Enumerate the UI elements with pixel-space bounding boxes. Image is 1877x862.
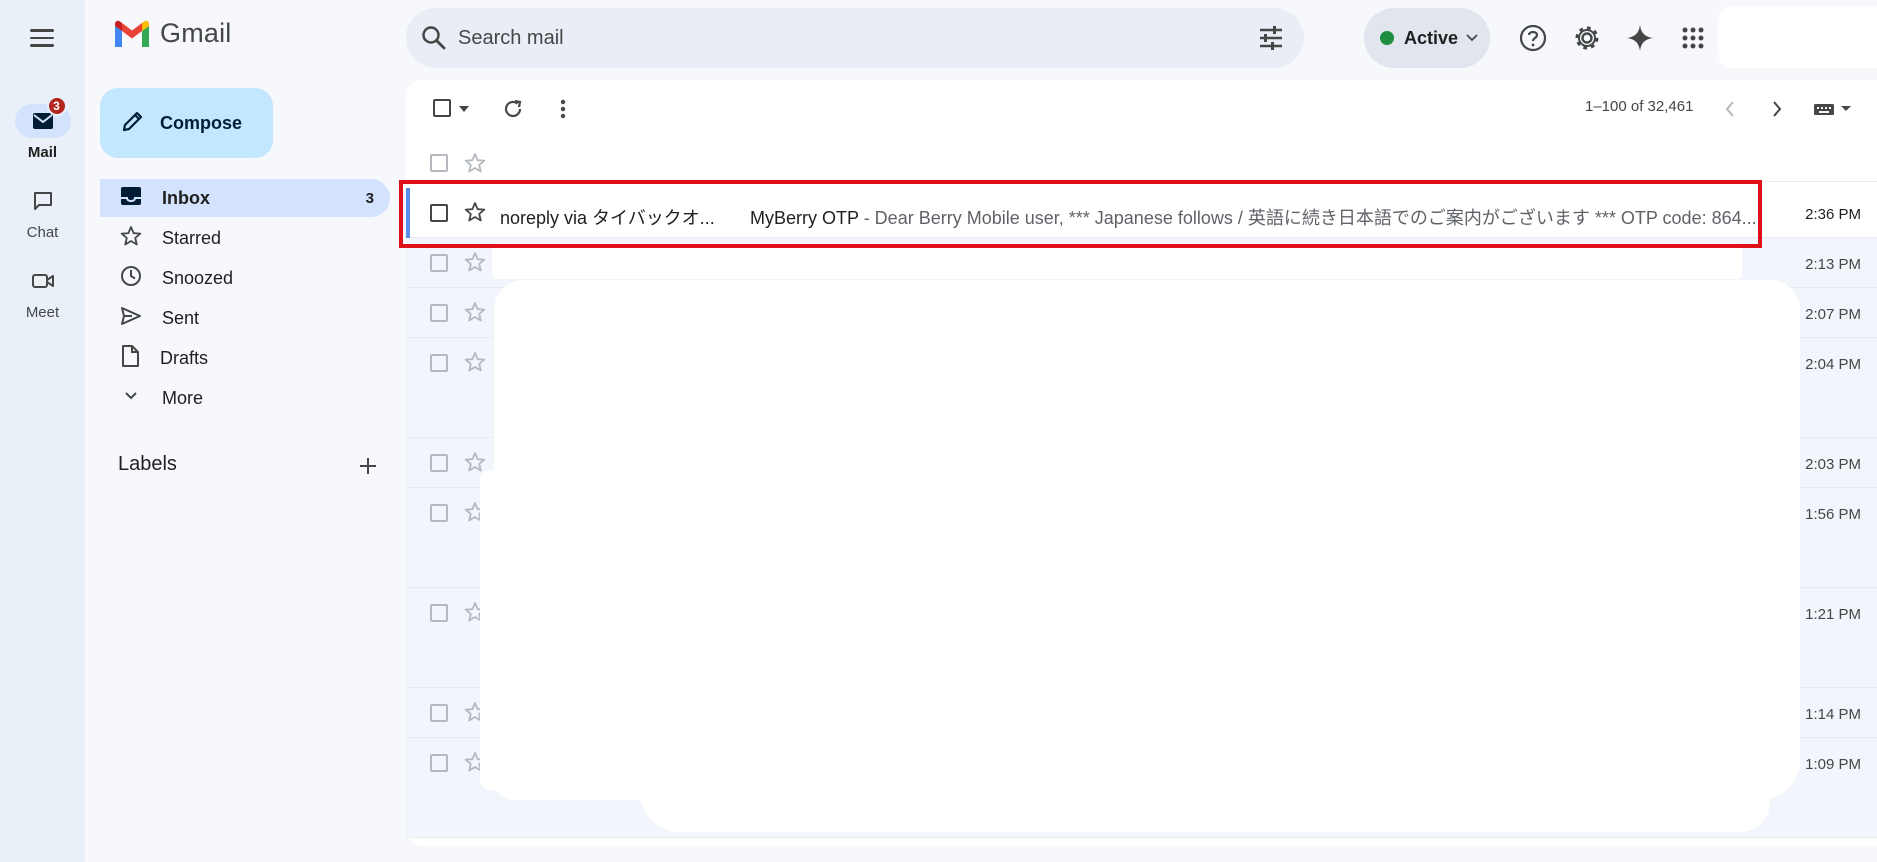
pagination-text: 1–100 of 32,461 [1585, 98, 1694, 115]
chevron-down-icon [1466, 29, 1478, 47]
selection-indicator [406, 188, 410, 238]
rail-item-mail[interactable]: 3 Mail [0, 96, 85, 161]
gmail-m-icon [115, 20, 149, 47]
star-icon[interactable] [464, 351, 486, 378]
redaction-mask [492, 243, 1742, 279]
sidebar-item-drafts[interactable]: Drafts [100, 339, 390, 377]
email-time: 2:04 PM [1805, 356, 1861, 373]
compose-label: Compose [160, 112, 243, 133]
search-input[interactable] [458, 8, 1238, 68]
email-time: 1:14 PM [1805, 706, 1861, 723]
star-icon [120, 225, 142, 252]
row-checkbox[interactable] [430, 504, 448, 522]
add-label-plus-icon[interactable] [354, 452, 382, 480]
redaction-mask [640, 780, 1770, 832]
chevron-right-icon[interactable] [1764, 96, 1790, 122]
row-checkbox[interactable] [430, 154, 448, 172]
redaction-mask [494, 280, 1800, 800]
gmail-logo[interactable]: Gmail [112, 18, 232, 49]
clock-icon [120, 265, 142, 292]
row-checkbox[interactable] [430, 204, 448, 222]
row-checkbox[interactable] [430, 454, 448, 472]
search-options-icon[interactable] [1258, 26, 1284, 55]
star-icon[interactable] [464, 201, 486, 228]
row-checkbox[interactable] [430, 354, 448, 372]
star-icon[interactable] [464, 251, 486, 278]
more-options-icon[interactable] [550, 96, 576, 122]
email-time: 2:07 PM [1805, 306, 1861, 323]
star-icon[interactable] [464, 152, 486, 179]
chevron-left-icon[interactable] [1717, 96, 1743, 122]
email-time: 2:13 PM [1805, 256, 1861, 273]
sidebar-label-drafts: Drafts [160, 347, 209, 368]
rail-item-meet[interactable]: Meet [0, 264, 85, 321]
sidebar-label-sent: Sent [162, 307, 200, 328]
inbox-unread-count: 3 [365, 189, 374, 207]
video-camera-icon [15, 264, 71, 298]
sidebar-item-starred[interactable]: Starred [100, 219, 390, 257]
inbox-icon [120, 186, 142, 211]
email-time: 2:36 PM [1805, 206, 1861, 223]
menu-line [30, 44, 54, 47]
chat-icon [15, 184, 71, 218]
email-subject-line: MyBerry OTP - Dear Berry Mobile user, **… [750, 204, 1757, 230]
chevron-down-icon [120, 385, 142, 412]
row-checkbox[interactable] [430, 704, 448, 722]
mail-icon: 3 [14, 96, 71, 138]
email-subject: MyBerry OTP [750, 208, 859, 228]
account-area[interactable] [1718, 6, 1877, 68]
email-time: 1:09 PM [1805, 756, 1861, 773]
unread-badge: 3 [46, 96, 67, 116]
rail-label-meet: Meet [25, 304, 60, 321]
menu-line [30, 36, 54, 40]
caret-down-icon [459, 99, 469, 117]
send-icon [120, 306, 142, 331]
app-rail: 3 Mail Chat Meet [0, 0, 85, 862]
redaction-mask [480, 470, 600, 790]
draft-icon [120, 344, 140, 372]
sidebar-label-inbox: Inbox [162, 187, 210, 208]
email-time: 2:03 PM [1805, 456, 1861, 473]
search-icon[interactable] [420, 24, 448, 57]
row-checkbox[interactable] [430, 254, 448, 272]
menu-line [30, 29, 54, 32]
select-all-checkbox[interactable] [426, 96, 476, 120]
rail-label-mail: Mail [27, 144, 58, 161]
pencil-icon [120, 108, 146, 139]
app-name: Gmail [160, 18, 232, 48]
gemini-sparkle-icon[interactable] [1620, 18, 1660, 58]
input-tools-keyboard-icon[interactable] [1812, 98, 1854, 120]
email-row-selected[interactable]: noreply via タイバックオ... MyBerry OTP - Dear… [406, 188, 1877, 238]
email-snippet: - Dear Berry Mobile user, *** Japanese f… [858, 208, 1757, 228]
apps-grid-icon[interactable] [1673, 18, 1713, 58]
compose-button[interactable]: Compose [100, 88, 273, 158]
table-row[interactable] [406, 144, 1877, 182]
row-checkbox[interactable] [430, 604, 448, 622]
sidebar-label-snoozed: Snoozed [162, 267, 234, 288]
rail-item-chat[interactable]: Chat [0, 184, 85, 241]
status-label: Active [1404, 27, 1459, 48]
sidebar-item-inbox[interactable]: Inbox 3 [100, 179, 390, 217]
refresh-icon[interactable] [500, 96, 526, 122]
status-selector[interactable]: Active [1364, 8, 1490, 68]
star-icon[interactable] [464, 301, 486, 328]
email-time: 1:21 PM [1805, 606, 1861, 623]
email-time: 1:56 PM [1805, 506, 1861, 523]
main-menu-button[interactable] [22, 22, 62, 54]
rail-label-chat: Chat [26, 224, 59, 241]
settings-gear-icon[interactable] [1567, 18, 1607, 58]
labels-heading: Labels [118, 453, 177, 475]
status-dot [1380, 31, 1394, 45]
checkbox-box [433, 99, 451, 117]
email-sender: noreply via タイバックオ... [500, 208, 715, 228]
row-checkbox[interactable] [430, 754, 448, 772]
sidebar-label-starred: Starred [162, 227, 222, 248]
help-icon[interactable] [1513, 18, 1553, 58]
sidebar-item-snoozed[interactable]: Snoozed [100, 259, 390, 297]
sidebar-item-sent[interactable]: Sent [100, 299, 390, 337]
sidebar-label-more: More [162, 387, 204, 408]
search-bar[interactable] [406, 8, 1304, 68]
row-checkbox[interactable] [430, 304, 448, 322]
sidebar-item-more[interactable]: More [100, 379, 390, 417]
